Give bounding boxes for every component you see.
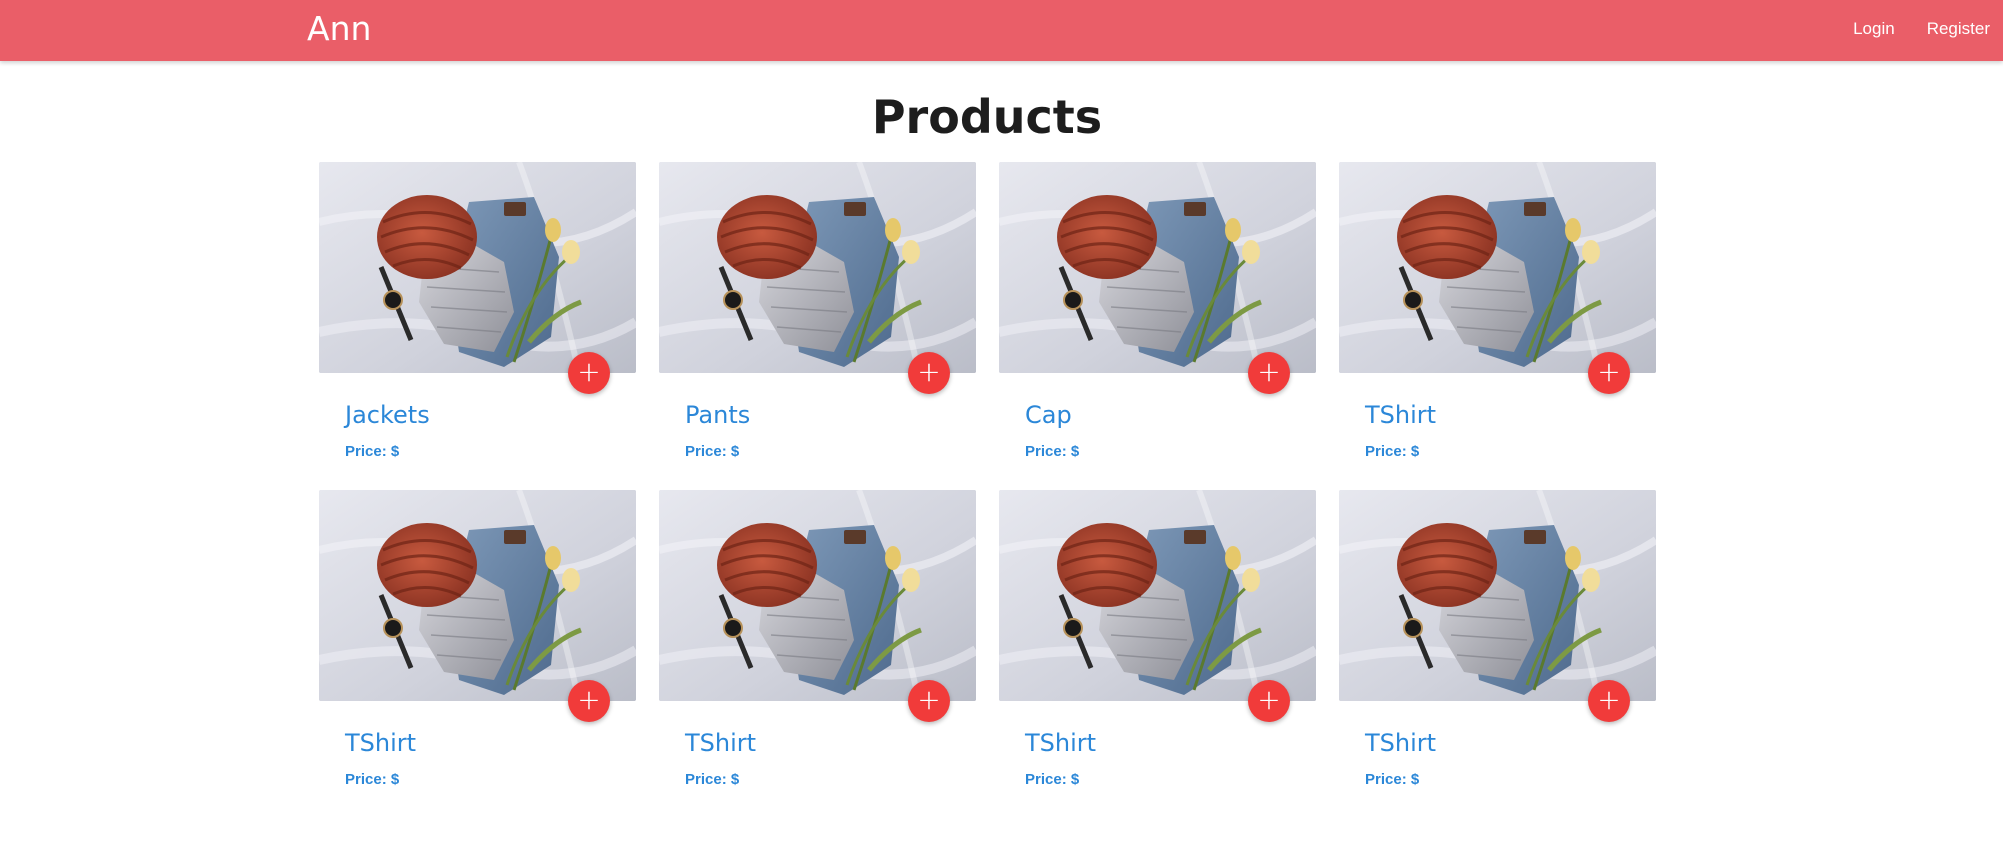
product-card: + Pants Price: $ <box>659 162 976 490</box>
add-to-cart-button[interactable]: + <box>568 680 610 722</box>
product-price: Price: $ <box>685 443 739 461</box>
plus-icon: + <box>1257 683 1281 716</box>
price-label: Price: $ <box>1365 771 1420 788</box>
plus-icon: + <box>1257 355 1281 388</box>
add-to-cart-button[interactable]: + <box>568 352 610 394</box>
add-to-cart-button[interactable]: + <box>1248 352 1290 394</box>
product-image <box>319 162 636 373</box>
plus-icon: + <box>577 355 601 388</box>
plus-icon: + <box>1597 683 1621 716</box>
product-price: Price: $ <box>345 443 399 461</box>
product-image <box>1339 490 1656 701</box>
product-name: Jackets <box>345 401 430 429</box>
price-label: Price: $ <box>345 771 400 788</box>
price-label: Price: $ <box>1025 771 1080 788</box>
add-to-cart-button[interactable]: + <box>1588 680 1630 722</box>
product-card: + TShirt Price: $ <box>1339 162 1656 490</box>
price-label: Price: $ <box>345 443 400 460</box>
product-name: TShirt <box>685 729 757 757</box>
page-title: Products <box>871 90 1103 144</box>
product-card: + TShirt Price: $ <box>1339 490 1656 818</box>
price-label: Price: $ <box>1365 443 1420 460</box>
product-image <box>1339 162 1656 373</box>
product-price: Price: $ <box>1365 443 1419 461</box>
product-image <box>999 490 1316 701</box>
plus-icon: + <box>1597 355 1621 388</box>
price-label: Price: $ <box>1025 443 1080 460</box>
plus-icon: + <box>917 355 941 388</box>
product-card: + Cap Price: $ <box>999 162 1316 490</box>
product-image <box>659 162 976 373</box>
product-name: Cap <box>1025 401 1072 429</box>
product-price: Price: $ <box>345 771 399 789</box>
product-name: TShirt <box>1365 401 1437 429</box>
product-image <box>659 490 976 701</box>
product-grid: + Jackets Price: $ + Pants Price: $ + Ca… <box>319 162 1656 818</box>
plus-icon: + <box>577 683 601 716</box>
price-label: Price: $ <box>685 771 740 788</box>
product-card: + TShirt Price: $ <box>319 490 636 818</box>
product-name: Pants <box>685 401 751 429</box>
product-name: TShirt <box>1025 729 1097 757</box>
brand-logo[interactable]: Ann <box>307 9 371 49</box>
product-price: Price: $ <box>1025 443 1079 461</box>
add-to-cart-button[interactable]: + <box>1248 680 1290 722</box>
nav-links: Login Register <box>1853 18 1990 40</box>
product-card: + TShirt Price: $ <box>659 490 976 818</box>
product-card: + Jackets Price: $ <box>319 162 636 490</box>
price-label: Price: $ <box>685 443 740 460</box>
add-to-cart-button[interactable]: + <box>1588 352 1630 394</box>
product-price: Price: $ <box>1025 771 1079 789</box>
navbar: Ann Login Register <box>0 0 2003 61</box>
register-link[interactable]: Register <box>1927 18 1990 40</box>
product-name: TShirt <box>345 729 417 757</box>
product-card: + TShirt Price: $ <box>999 490 1316 818</box>
product-image <box>319 490 636 701</box>
product-price: Price: $ <box>1365 771 1419 789</box>
plus-icon: + <box>917 683 941 716</box>
login-link[interactable]: Login <box>1853 18 1895 40</box>
add-to-cart-button[interactable]: + <box>908 352 950 394</box>
add-to-cart-button[interactable]: + <box>908 680 950 722</box>
product-price: Price: $ <box>685 771 739 789</box>
product-image <box>999 162 1316 373</box>
product-name: TShirt <box>1365 729 1437 757</box>
